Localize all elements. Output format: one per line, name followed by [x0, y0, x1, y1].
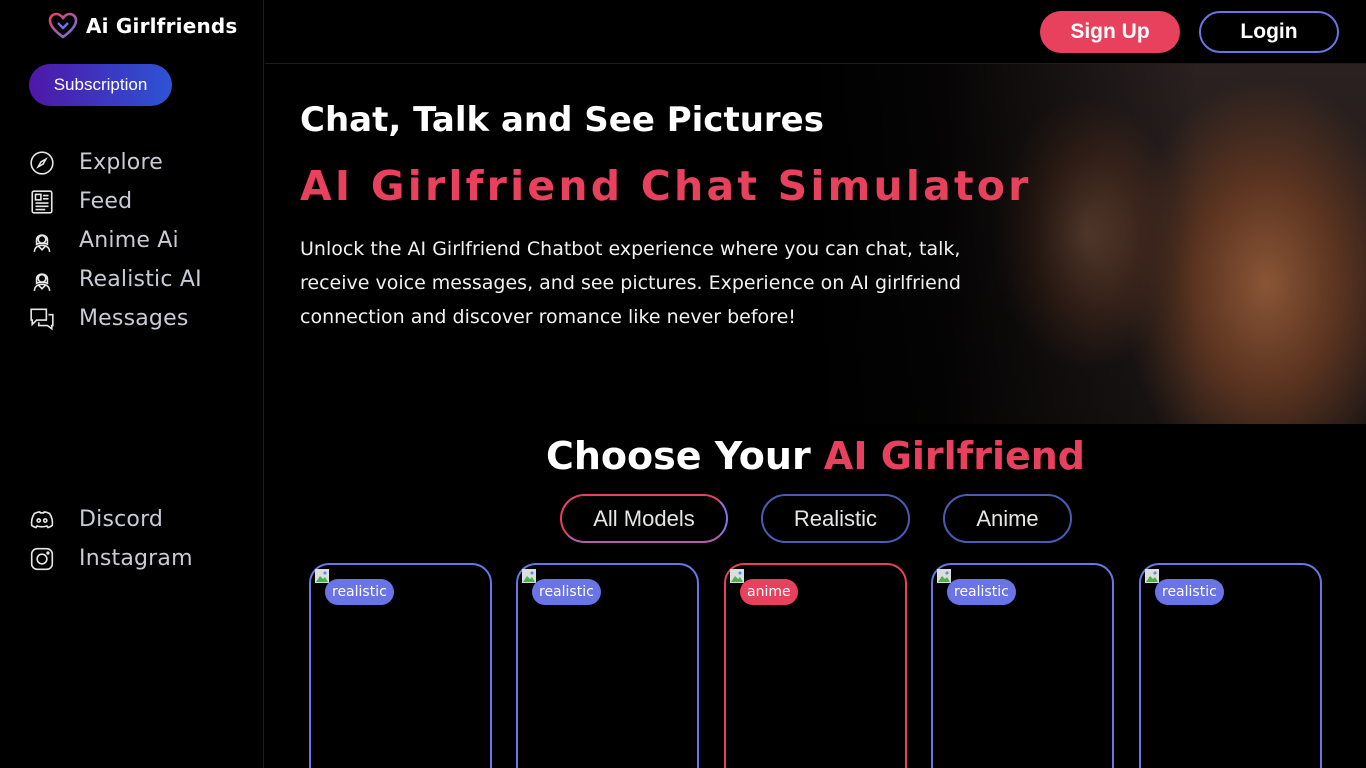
sidebar-item-label: Realistic AI [79, 267, 202, 292]
social-links: Discord Instagram [29, 500, 193, 578]
filter-all-models[interactable]: All Models [560, 494, 728, 543]
girlfriend-card[interactable]: anime [724, 563, 907, 768]
discord-icon [29, 507, 55, 533]
broken-image-icon [315, 569, 329, 583]
girlfriend-card[interactable]: realistic [931, 563, 1114, 768]
category-badge: anime [740, 579, 798, 605]
category-badge: realistic [947, 579, 1016, 605]
hero-description: Unlock the AI Girlfriend Chatbot experie… [300, 238, 961, 328]
choose-heading-accent: AI Girlfriend [823, 434, 1086, 478]
brand-logo[interactable]: Ai Girlfriends [48, 12, 238, 40]
girlfriend-card[interactable]: realistic [309, 563, 492, 768]
broken-image-icon [522, 569, 536, 583]
social-link-discord[interactable]: Discord [29, 500, 193, 539]
social-label: Discord [79, 507, 164, 532]
sidebar-item-messages[interactable]: Messages [29, 299, 202, 338]
broken-image-icon [730, 569, 744, 583]
sidebar-item-label: Feed [79, 189, 133, 214]
hero-banner: Chat, Talk and See Pictures AI Girlfrien… [265, 64, 1366, 424]
category-badge: realistic [1155, 579, 1224, 605]
category-badge: realistic [532, 579, 601, 605]
model-filter-tabs: All Models Realistic Anime [560, 494, 1072, 543]
subscription-button[interactable]: Subscription [29, 64, 172, 106]
sidebar: Ai Girlfriends Subscription Explore Feed [0, 0, 264, 768]
sidebar-item-realistic-ai[interactable]: Realistic AI [29, 260, 202, 299]
login-button[interactable]: Login [1199, 11, 1339, 53]
hero-subtitle: Chat, Talk and See Pictures [300, 100, 824, 140]
instagram-icon [29, 546, 55, 572]
filter-anime[interactable]: Anime [943, 494, 1072, 543]
broken-image-icon [937, 569, 951, 583]
choose-heading: Choose Your AI Girlfriend [265, 434, 1366, 478]
sidebar-nav: Explore Feed Anime Ai Realistic AI Messa… [29, 143, 202, 338]
heart-logo-icon [48, 12, 78, 39]
sidebar-item-explore[interactable]: Explore [29, 143, 202, 182]
social-link-instagram[interactable]: Instagram [29, 539, 193, 578]
app-root: Ai Girlfriends Subscription Explore Feed [0, 0, 1366, 768]
chat-bubbles-icon [29, 306, 55, 332]
sidebar-item-feed[interactable]: Feed [29, 182, 202, 221]
compass-icon [29, 150, 55, 176]
girlfriend-card[interactable]: realistic [516, 563, 699, 768]
woman-avatar-icon [29, 228, 55, 254]
top-header: Sign Up Login [265, 0, 1366, 64]
hero-title: AI Girlfriend Chat Simulator [300, 162, 1032, 210]
sign-up-button[interactable]: Sign Up [1040, 11, 1180, 53]
broken-image-icon [1145, 569, 1159, 583]
filter-realistic[interactable]: Realistic [761, 494, 910, 543]
newspaper-icon [29, 189, 55, 215]
girlfriend-card[interactable]: realistic [1139, 563, 1322, 768]
choose-heading-prefix: Choose Your [545, 434, 824, 478]
sidebar-item-anime-ai[interactable]: Anime Ai [29, 221, 202, 260]
woman-avatar-icon [29, 267, 55, 293]
brand-name: Ai Girlfriends [86, 14, 238, 38]
sidebar-item-label: Messages [79, 306, 189, 331]
social-label: Instagram [79, 546, 193, 571]
sidebar-item-label: Anime Ai [79, 228, 179, 253]
sidebar-item-label: Explore [79, 150, 163, 175]
category-badge: realistic [325, 579, 394, 605]
